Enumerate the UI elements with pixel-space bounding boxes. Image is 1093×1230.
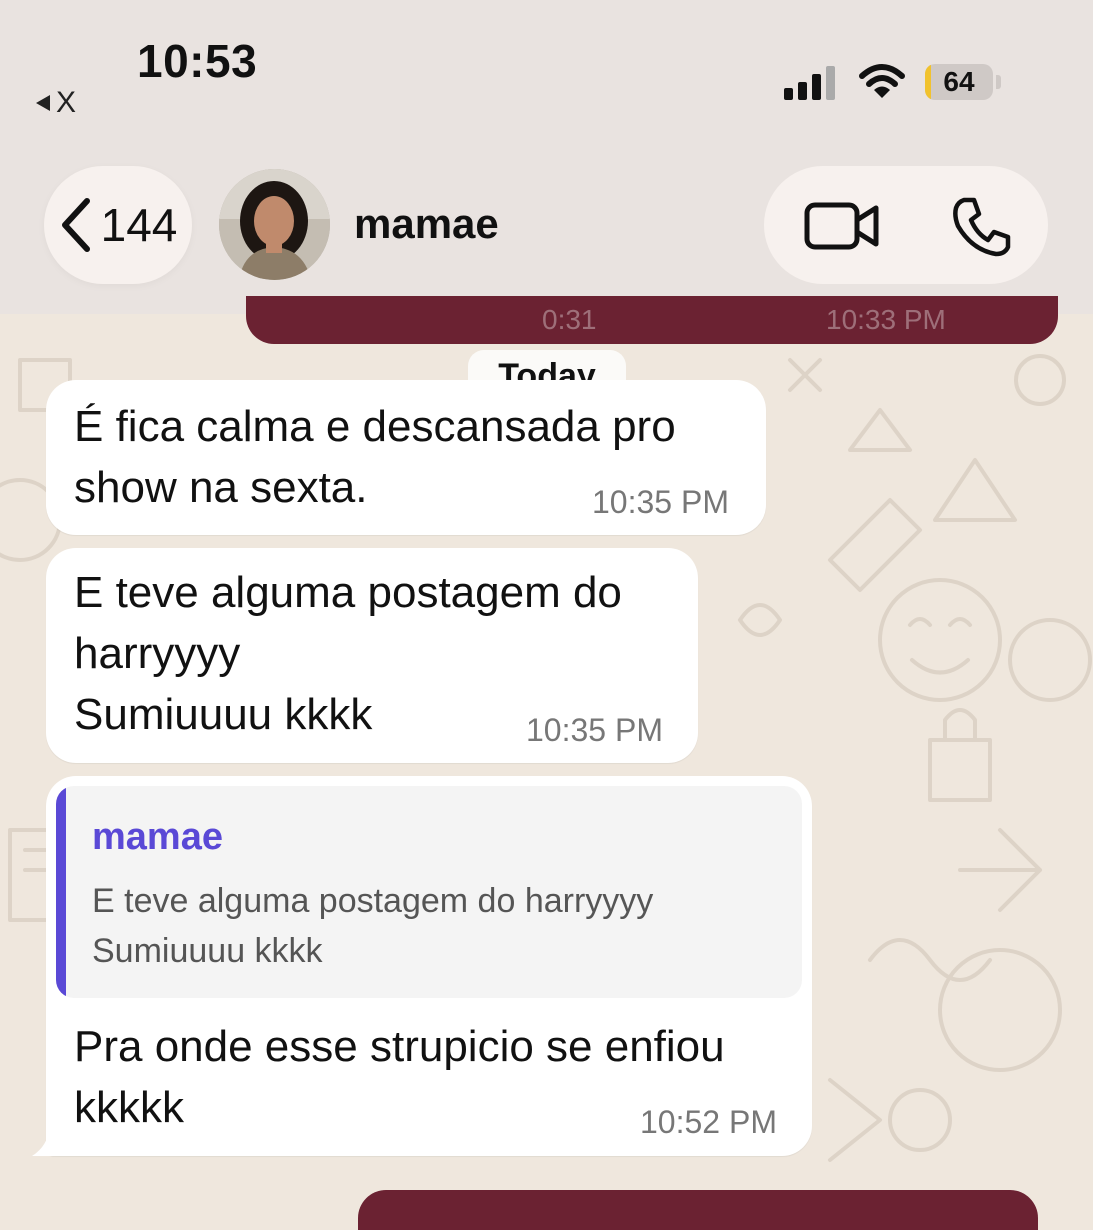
call-actions — [764, 166, 1048, 284]
back-chevron-icon — [61, 198, 90, 252]
quoted-sender-name: mamae — [92, 816, 223, 858]
contact-name[interactable]: mamae — [354, 200, 499, 248]
message-text: Pra onde esse strupicio se enfiou kkkkk — [74, 1022, 725, 1132]
avatar-image — [219, 169, 330, 280]
battery-tip — [996, 75, 1001, 89]
back-button[interactable]: 144 — [44, 166, 192, 284]
outgoing-fragment-right: 10:33 PM — [826, 304, 946, 335]
avatar[interactable] — [219, 169, 330, 280]
wifi-icon — [859, 64, 905, 98]
phone-call-icon[interactable] — [950, 196, 1012, 258]
battery-level: 64 — [943, 66, 975, 97]
bubble-tail — [32, 1126, 60, 1156]
incoming-message-bubble[interactable]: mamae E teve alguma postagem do harryyyy… — [46, 776, 812, 1156]
status-time: 10:53 — [137, 35, 258, 87]
quoted-message[interactable]: mamae E teve alguma postagem do harryyyy… — [56, 786, 802, 998]
quote-accent-bar — [56, 786, 66, 998]
message-time: 10:35 PM — [526, 712, 663, 748]
video-call-icon[interactable] — [804, 202, 880, 250]
outgoing-fragment-left: 0:31 — [542, 304, 597, 335]
message-time: 10:35 PM — [592, 484, 729, 520]
battery-icon: 64 — [925, 64, 993, 100]
outgoing-message-fragment[interactable] — [358, 1190, 1038, 1230]
message-time: 10:52 PM — [640, 1104, 777, 1140]
back-to-app-button[interactable]: X — [36, 86, 76, 120]
signal-icon — [784, 66, 835, 100]
outgoing-message-fragment[interactable]: 0:31 10:33 PM — [246, 296, 1058, 344]
incoming-message-bubble[interactable]: E teve alguma postagem do harryyyy Sumiu… — [46, 548, 698, 763]
message-text: É fica calma e descansada pro show na se… — [74, 402, 676, 512]
quoted-text: E teve alguma postagem do harryyyy Sumiu… — [92, 882, 654, 970]
back-triangle-icon — [36, 95, 50, 111]
incoming-message-bubble[interactable]: É fica calma e descansada pro show na se… — [46, 380, 766, 535]
unread-count: 144 — [100, 199, 178, 251]
back-app-label: X — [56, 86, 77, 119]
